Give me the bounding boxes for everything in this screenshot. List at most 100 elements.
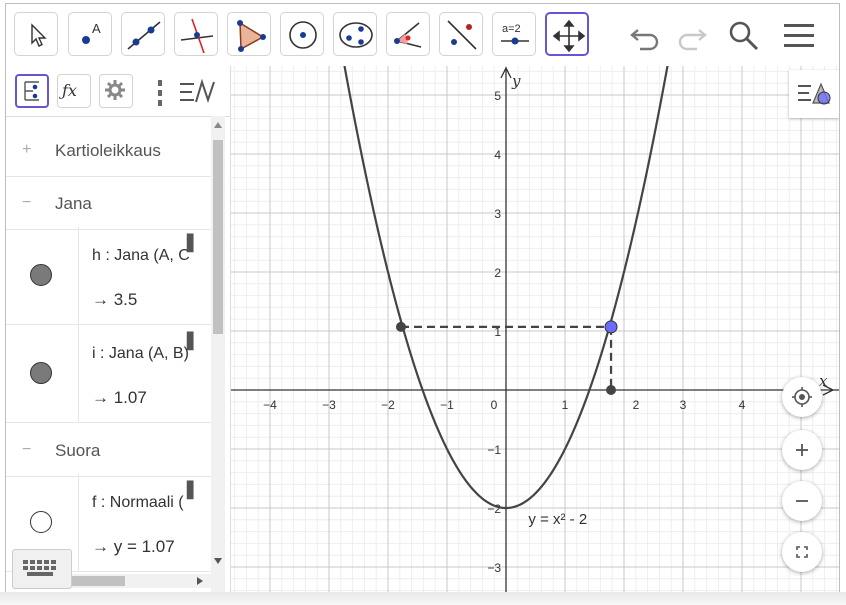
y-tick-label: 5 (494, 89, 501, 103)
x-tick-label: −2 (381, 398, 395, 412)
list-graph-icon (180, 78, 215, 104)
group-header-suora[interactable]: − Suora (6, 424, 211, 477)
keyboard-icon (23, 560, 56, 576)
group-label: Kartioleikkaus (55, 141, 161, 160)
main-toolbar: A a=2 (6, 4, 839, 66)
group-label: Suora (55, 441, 101, 460)
frame-shadow (0, 592, 846, 605)
target-icon (792, 387, 812, 407)
plus-icon (796, 444, 808, 456)
x-tick-label: −1 (440, 398, 454, 412)
move-arrows-icon (552, 19, 586, 53)
perpendicular-line-icon (180, 18, 214, 54)
item-menu-icon[interactable]: ■ ■ ■ (186, 229, 194, 255)
polygon-tool-button[interactable] (227, 12, 271, 56)
item-menu-icon[interactable]: ■ ■ ■ (186, 327, 194, 353)
circle-center-icon (289, 21, 317, 49)
x-tick-label: 4 (739, 398, 746, 412)
visibility-marble[interactable] (6, 325, 79, 422)
algebra-view: ƒx + Kartioleikkaus − Jana h : Jana (A, … (6, 66, 231, 592)
zoom-in-button[interactable] (782, 430, 822, 470)
virtual-keyboard-button[interactable] (12, 549, 72, 589)
gear-icon (105, 80, 125, 100)
group-header-jana[interactable]: − Jana (6, 177, 211, 230)
standard-view-button[interactable] (782, 377, 822, 417)
view-options-button[interactable] (178, 76, 222, 108)
line-icon (127, 21, 161, 50)
expand-plus-icon[interactable]: + (22, 142, 36, 158)
algebra-horizontal-scrollbar[interactable] (66, 574, 211, 588)
move-tool-button[interactable] (14, 12, 58, 56)
point-icon: A (82, 21, 101, 44)
search-button[interactable] (726, 18, 762, 54)
marble-filled-icon[interactable] (30, 264, 52, 286)
group-header-kartioleikkaus[interactable]: + Kartioleikkaus (6, 124, 211, 177)
main-menu-button[interactable] (781, 18, 817, 54)
polygon-icon (237, 20, 266, 52)
undo-button[interactable] (628, 18, 664, 54)
scrollbar-thumb[interactable] (70, 576, 125, 586)
scroll-right-arrow-icon[interactable] (197, 577, 203, 585)
collapse-minus-icon[interactable]: − (22, 442, 36, 458)
move-graphics-view-tool-button[interactable] (545, 12, 589, 56)
line-tool-button[interactable] (121, 12, 165, 56)
item-menu-icon[interactable]: ■ ■ ■ (186, 476, 194, 502)
y-axis-label: y (511, 72, 521, 90)
point-tool-button[interactable]: A (68, 12, 112, 56)
marble-empty-icon[interactable] (30, 511, 52, 533)
redo-icon (678, 29, 707, 51)
x-tick-label: 1 (562, 398, 569, 412)
graphics-style-bar-toggle[interactable] (789, 70, 839, 118)
point-left-intersection[interactable] (395, 321, 406, 332)
circle-tool-button[interactable] (280, 12, 324, 56)
angle-tool-button[interactable] (386, 12, 430, 56)
angle-icon (394, 22, 422, 48)
hamburger-menu-icon (784, 24, 814, 47)
function-toggle[interactable]: ƒx (57, 74, 91, 108)
redo-button[interactable] (673, 18, 709, 54)
cursor-arrow-icon (31, 23, 47, 47)
perpendicular-line-tool-button[interactable] (174, 12, 218, 56)
algebra-settings-button[interactable] (99, 74, 133, 108)
more-options-icon[interactable] (156, 78, 164, 108)
item-value: → 1.07 (92, 388, 147, 407)
graphics-canvas[interactable]: xy−4 −3 −2 −1 0 1 2 3 454321−1−2−3y = x² - 2 (231, 4, 839, 592)
scroll-down-arrow-icon[interactable] (214, 558, 222, 564)
reflect-line-icon (447, 20, 477, 50)
x-tick-label: 2 (633, 398, 640, 412)
ellipse-tool-button[interactable] (333, 12, 377, 56)
scrollbar-thumb[interactable] (213, 140, 223, 334)
x-tick-label: 0 (491, 398, 498, 412)
function-label: y = x² - 2 (528, 511, 587, 528)
y-tick-label: 2 (494, 266, 501, 280)
undo-icon (630, 29, 659, 51)
fullscreen-icon (796, 546, 808, 558)
algebra-vertical-scrollbar[interactable] (211, 116, 225, 592)
point-free[interactable] (604, 320, 618, 334)
scroll-up-arrow-icon[interactable] (214, 122, 222, 128)
algebra-view-toggle[interactable] (15, 74, 49, 108)
reflect-tool-button[interactable] (439, 12, 483, 56)
graphics-view[interactable]: x y −4 −3 −2 −1 0 1 2 3 4 5 4 3 2 1 −1 −2 −3 y = x² - 2 (231, 4, 839, 592)
marble-filled-icon[interactable] (30, 362, 52, 384)
search-icon (729, 21, 759, 51)
y-tick-label: −3 (487, 561, 501, 575)
point-tool-letter: A (92, 21, 101, 36)
item-value: → 3.5 (92, 290, 138, 309)
algebra-item-i[interactable]: i : Jana (A, B) → 1.07 ■ ■ ■ (6, 325, 211, 423)
x-tick-label: −4 (263, 398, 277, 412)
fullscreen-button[interactable] (782, 532, 822, 572)
item-value: → y = 1.07 (92, 537, 175, 556)
slider-icon: a=2 (501, 23, 529, 45)
svg-text:ƒx: ƒx (59, 81, 77, 100)
slider-tool-button[interactable]: a=2 (492, 12, 536, 56)
point-on-x-axis[interactable] (606, 385, 617, 395)
x-tick-label: 3 (680, 398, 687, 412)
y-tick-label: −1 (487, 443, 501, 457)
visibility-marble[interactable] (6, 227, 79, 324)
group-label: Jana (55, 194, 92, 213)
zoom-out-button[interactable] (782, 481, 822, 521)
collapse-minus-icon[interactable]: − (22, 195, 36, 211)
x-tick-label: −3 (322, 398, 336, 412)
algebra-item-h[interactable]: h : Jana (A, C → 3.5 ■ ■ ■ (6, 227, 211, 325)
